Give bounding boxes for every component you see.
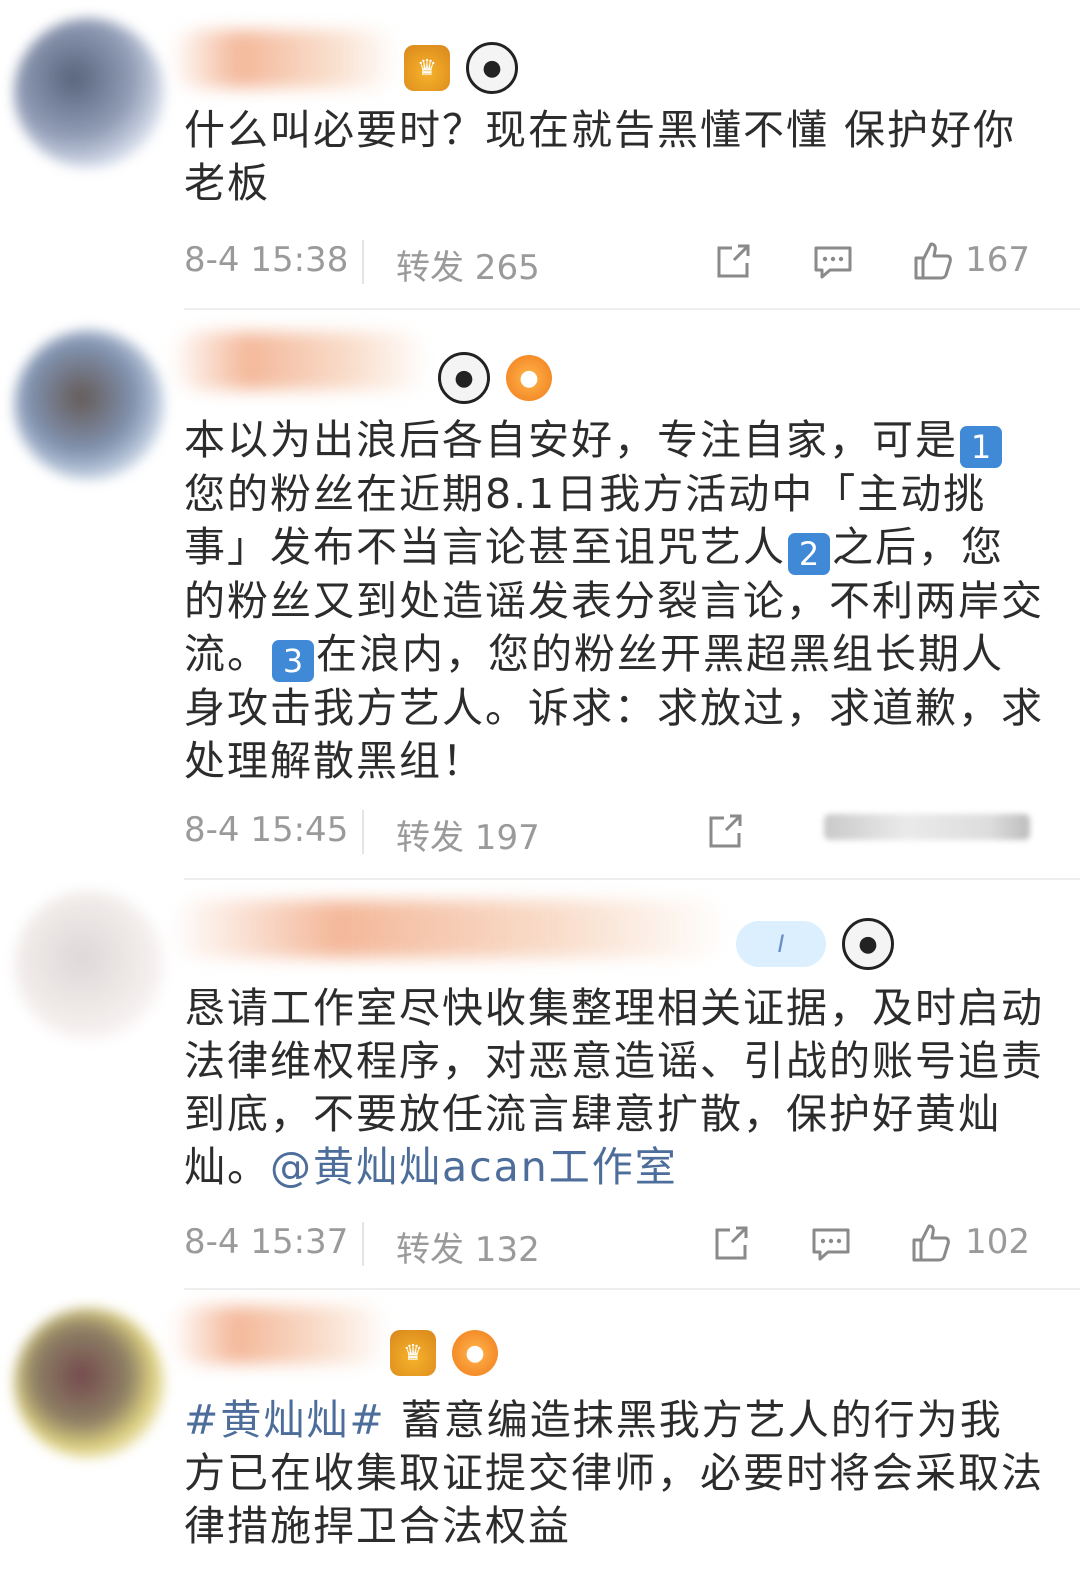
comment-icon[interactable] bbox=[810, 238, 856, 284]
badge-row: ♛ ● bbox=[390, 1330, 498, 1376]
avatar[interactable] bbox=[14, 1308, 164, 1458]
comment-feed: ♛ ● 什么叫必要时？现在就告黑懂不懂 保护好你老板 8-4 15:38 转发 … bbox=[0, 0, 1080, 1589]
repost-count[interactable]: 转发 132 bbox=[396, 1222, 540, 1271]
meta-divider bbox=[362, 240, 364, 284]
repost-count[interactable]: 转发 197 bbox=[396, 810, 540, 859]
meta-divider bbox=[362, 810, 364, 854]
comment-text: 本以为出浪后各自安好，专注自家，可是 1您的粉丝在近期8.1日我方活动中「主动挑事… bbox=[184, 416, 1044, 785]
badge-row: ● ● bbox=[438, 352, 552, 404]
panda-badge-icon[interactable]: ● bbox=[466, 42, 518, 94]
share-icon[interactable] bbox=[702, 808, 748, 854]
like-thumb-icon[interactable] bbox=[910, 238, 956, 284]
mention-link[interactable]: @黄灿灿acan工作室 bbox=[270, 1143, 678, 1191]
avatar[interactable] bbox=[14, 330, 164, 480]
comment-4: ♛ ● #黄灿灿# 蓄意编造抹黑我方艺人的行为我方已在收集取证提交律师，必要时将… bbox=[0, 1290, 1080, 1589]
repost-count[interactable]: 转发 265 bbox=[396, 240, 540, 289]
share-icon[interactable] bbox=[708, 1220, 754, 1266]
username-redacted[interactable] bbox=[170, 30, 400, 88]
comment-meta: 8-4 15:37 转发 132 102 bbox=[184, 1222, 1030, 1272]
comment-text: #黄灿灿# 蓄意编造抹黑我方艺人的行为我方已在收集取证提交律师，必要时将会采取法… bbox=[184, 1396, 1044, 1550]
number-3-emoji: 3 bbox=[272, 640, 314, 682]
comment-meta: 8-4 15:45 转发 197 bbox=[184, 810, 1030, 860]
panda-badge-icon[interactable]: ● bbox=[438, 352, 490, 404]
fish-badge-icon[interactable]: ● bbox=[506, 355, 552, 401]
badge-row: ♛ ● bbox=[404, 42, 518, 94]
like-count: 102 bbox=[965, 1222, 1030, 1262]
fish-badge-icon[interactable]: ● bbox=[452, 1330, 498, 1376]
timestamp: 8-4 15:38 bbox=[184, 240, 349, 280]
avatar[interactable] bbox=[14, 18, 164, 168]
comment-icon[interactable] bbox=[808, 1220, 854, 1266]
comment-text: 什么叫必要时？现在就告黑懂不懂 保护好你老板 bbox=[184, 106, 1017, 207]
username-redacted[interactable] bbox=[170, 332, 430, 390]
username-redacted[interactable] bbox=[170, 900, 730, 958]
number-2-emoji: 2 bbox=[788, 533, 830, 575]
share-icon[interactable] bbox=[710, 238, 756, 284]
comment-3: I ● 恳请工作室尽快收集整理相关证据，及时启动法律维权程序，对恶意造谣、引战的… bbox=[0, 880, 1080, 1290]
crown-badge-icon[interactable]: ♛ bbox=[404, 45, 450, 91]
username-redacted[interactable] bbox=[170, 1306, 390, 1364]
timestamp: 8-4 15:45 bbox=[184, 810, 349, 850]
hashtag-link[interactable]: #黄灿灿# bbox=[184, 1396, 386, 1444]
avatar[interactable] bbox=[14, 890, 164, 1040]
crown-badge-icon[interactable]: ♛ bbox=[390, 1330, 436, 1376]
panda-badge-icon[interactable]: ● bbox=[842, 918, 894, 970]
badge-row: I ● bbox=[736, 918, 894, 970]
like-count: 167 bbox=[965, 240, 1030, 280]
meta-divider bbox=[362, 1222, 364, 1266]
like-thumb-icon[interactable] bbox=[908, 1220, 954, 1266]
timestamp: 8-4 15:37 bbox=[184, 1222, 349, 1262]
number-1-emoji: 1 bbox=[960, 426, 1002, 468]
comment-text: 恳请工作室尽快收集整理相关证据，及时启动法律维权程序，对恶意造谣、引战的账号追责… bbox=[184, 984, 1044, 1191]
redacted-actions bbox=[824, 814, 1030, 840]
comment-1: ♛ ● 什么叫必要时？现在就告黑懂不懂 保护好你老板 8-4 15:38 转发 … bbox=[0, 0, 1080, 310]
level-pill-badge-icon[interactable]: I bbox=[736, 921, 826, 967]
comment-meta: 8-4 15:38 转发 265 167 bbox=[184, 240, 1030, 290]
comment-2: ● ● 本以为出浪后各自安好，专注自家，可是 1您的粉丝在近期8.1日我方活动中「… bbox=[0, 310, 1080, 880]
